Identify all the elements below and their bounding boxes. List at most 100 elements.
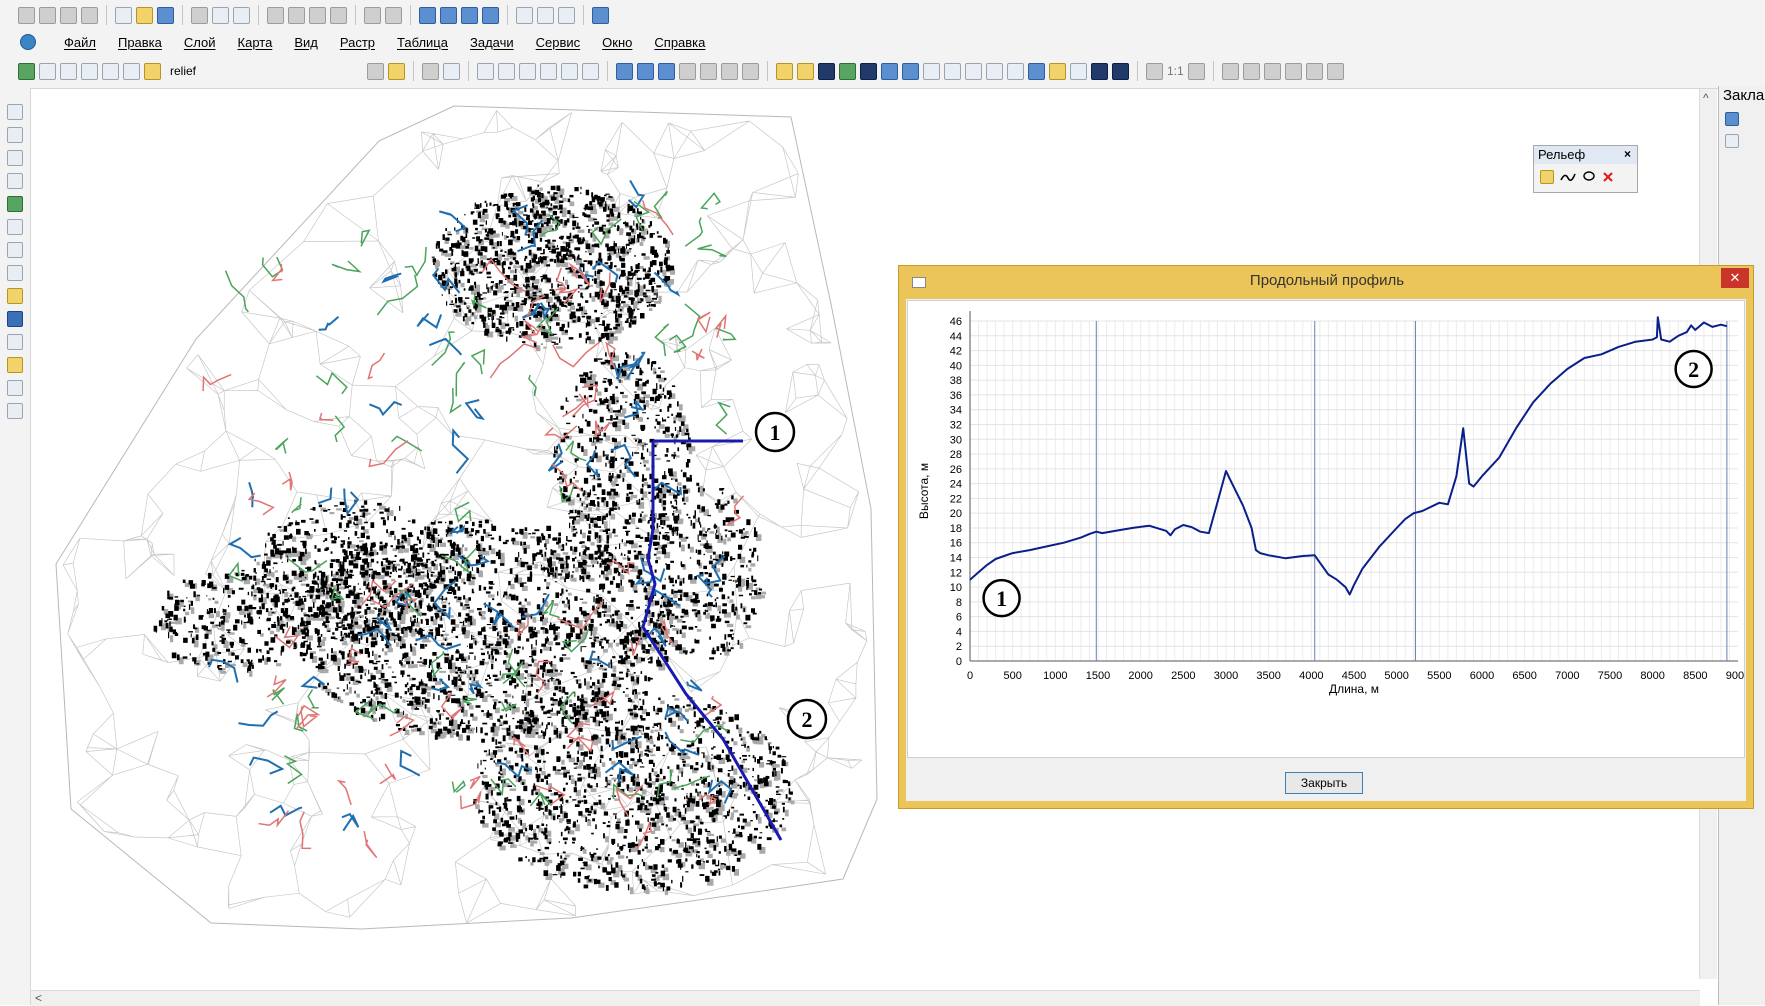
import-icon[interactable] bbox=[1007, 62, 1024, 80]
layer-properties-icon[interactable] bbox=[60, 62, 77, 80]
profile-line-icon[interactable] bbox=[1560, 170, 1576, 184]
layer-copy-icon[interactable] bbox=[102, 62, 119, 80]
grid-icon[interactable] bbox=[482, 6, 499, 24]
tool-a-icon[interactable] bbox=[1221, 62, 1239, 80]
chart-icon[interactable] bbox=[1070, 62, 1087, 80]
stop-icon[interactable] bbox=[1112, 62, 1129, 80]
tool-d-icon[interactable] bbox=[1284, 62, 1302, 80]
zoom-window-icon[interactable] bbox=[1146, 62, 1163, 80]
scale-icon[interactable] bbox=[721, 62, 738, 80]
redo-icon[interactable] bbox=[385, 6, 402, 24]
print-preview-icon[interactable] bbox=[212, 6, 229, 24]
filter-icon[interactable] bbox=[658, 62, 675, 80]
tool-b-icon[interactable] bbox=[1242, 62, 1260, 80]
label-icon[interactable] bbox=[7, 334, 23, 350]
arrow-left-icon[interactable] bbox=[616, 62, 633, 80]
menu-map[interactable]: Карта bbox=[238, 35, 273, 50]
path-icon[interactable] bbox=[860, 62, 877, 80]
layers-icon[interactable] bbox=[81, 6, 98, 24]
clear-selection-icon[interactable] bbox=[582, 62, 599, 80]
menu-layer[interactable]: Слой bbox=[184, 35, 216, 50]
mirror-icon[interactable] bbox=[742, 62, 759, 80]
page-setup-icon[interactable] bbox=[233, 6, 250, 24]
panel-add-icon[interactable] bbox=[1725, 112, 1739, 126]
menu-view[interactable]: Вид bbox=[294, 35, 318, 50]
menu-table[interactable]: Таблица bbox=[397, 35, 448, 50]
layer-selector[interactable]: relief bbox=[165, 61, 363, 81]
select-object-icon[interactable] bbox=[477, 62, 494, 80]
building-icon[interactable] bbox=[839, 62, 856, 80]
relief-build-icon[interactable] bbox=[1540, 170, 1554, 184]
zoom-in-icon[interactable] bbox=[7, 242, 23, 258]
arrow-right-icon[interactable] bbox=[637, 62, 654, 80]
undo-icon[interactable] bbox=[364, 6, 381, 24]
zoom-out-icon[interactable] bbox=[7, 265, 23, 281]
tool-extra-icon[interactable] bbox=[7, 403, 23, 419]
layer-control-icon[interactable] bbox=[39, 62, 56, 80]
select-polygon-tool-icon[interactable] bbox=[7, 173, 23, 189]
scroll-left-icon[interactable]: < bbox=[35, 991, 42, 1005]
menu-window[interactable]: Окно bbox=[602, 35, 632, 50]
select-radius-tool-icon[interactable] bbox=[7, 150, 23, 166]
table-icon[interactable] bbox=[902, 62, 919, 80]
tool-c-icon[interactable] bbox=[1263, 62, 1281, 80]
drop-icon[interactable] bbox=[1028, 62, 1045, 80]
page-icon[interactable] bbox=[965, 62, 982, 80]
network-icon[interactable] bbox=[776, 62, 793, 80]
save-icon[interactable] bbox=[157, 6, 174, 24]
menu-edit[interactable]: Правка bbox=[118, 35, 162, 50]
delete-icon[interactable] bbox=[330, 6, 347, 24]
scroll-up-icon[interactable]: ^ bbox=[1703, 91, 1709, 105]
scale-set-icon[interactable] bbox=[1187, 62, 1205, 80]
lasso-icon[interactable] bbox=[1582, 170, 1596, 184]
drag-icon[interactable] bbox=[7, 380, 23, 396]
raster-icon[interactable] bbox=[123, 62, 140, 80]
new-window-icon[interactable] bbox=[18, 6, 35, 24]
tile-icon[interactable] bbox=[537, 6, 554, 24]
stack-icon[interactable] bbox=[39, 6, 56, 24]
window-close-button[interactable]: ✕ bbox=[1721, 268, 1749, 288]
pencil-icon[interactable] bbox=[388, 62, 405, 80]
open-folder-icon[interactable] bbox=[136, 6, 153, 24]
scale-label[interactable]: 1:1 bbox=[1167, 64, 1184, 78]
map-horizontal-scrollbar[interactable]: < bbox=[31, 990, 1700, 1006]
relief-close-button[interactable]: × bbox=[1624, 147, 1631, 161]
menu-service[interactable]: Сервис bbox=[536, 35, 581, 50]
select-area-icon[interactable] bbox=[498, 62, 515, 80]
print-icon[interactable] bbox=[191, 6, 208, 24]
map-window-icon[interactable] bbox=[440, 6, 457, 24]
select-radius-icon[interactable] bbox=[540, 62, 557, 80]
route-icon[interactable] bbox=[818, 62, 835, 80]
copy-icon[interactable] bbox=[288, 6, 305, 24]
tool-e-icon[interactable] bbox=[1305, 62, 1323, 80]
graph-icon[interactable] bbox=[797, 62, 814, 80]
play-icon[interactable] bbox=[1091, 62, 1108, 80]
select-rect-icon[interactable] bbox=[7, 127, 23, 143]
select-boundary-icon[interactable] bbox=[561, 62, 578, 80]
pin-icon[interactable] bbox=[1326, 62, 1344, 80]
refresh-icon[interactable] bbox=[367, 62, 384, 80]
pan-hand-icon[interactable] bbox=[7, 288, 23, 304]
help-icon[interactable] bbox=[592, 6, 609, 24]
report-icon[interactable] bbox=[923, 62, 940, 80]
node-icon[interactable] bbox=[443, 62, 460, 80]
layers-stack-icon[interactable] bbox=[1049, 62, 1066, 80]
cascade-icon[interactable] bbox=[516, 6, 533, 24]
export-icon[interactable] bbox=[986, 62, 1003, 80]
list-icon[interactable] bbox=[881, 62, 898, 80]
move-icon[interactable] bbox=[679, 62, 696, 80]
menu-help[interactable]: Справка bbox=[654, 35, 705, 50]
info-icon[interactable] bbox=[7, 311, 23, 327]
panel-nav-icon[interactable] bbox=[1725, 134, 1739, 148]
pointer-icon[interactable] bbox=[7, 104, 23, 120]
doc-icon[interactable] bbox=[944, 62, 961, 80]
zoom-extent-icon[interactable] bbox=[7, 219, 23, 235]
rotate-icon[interactable] bbox=[700, 62, 717, 80]
refresh-map-icon[interactable] bbox=[7, 196, 23, 212]
add-layer-icon[interactable] bbox=[18, 62, 35, 80]
menu-tasks[interactable]: Задачи bbox=[470, 35, 514, 50]
eraser-icon[interactable] bbox=[422, 62, 439, 80]
select-polygon-icon[interactable] bbox=[519, 62, 536, 80]
ruler-icon[interactable] bbox=[7, 357, 23, 373]
menu-file[interactable]: Файл bbox=[64, 35, 96, 50]
